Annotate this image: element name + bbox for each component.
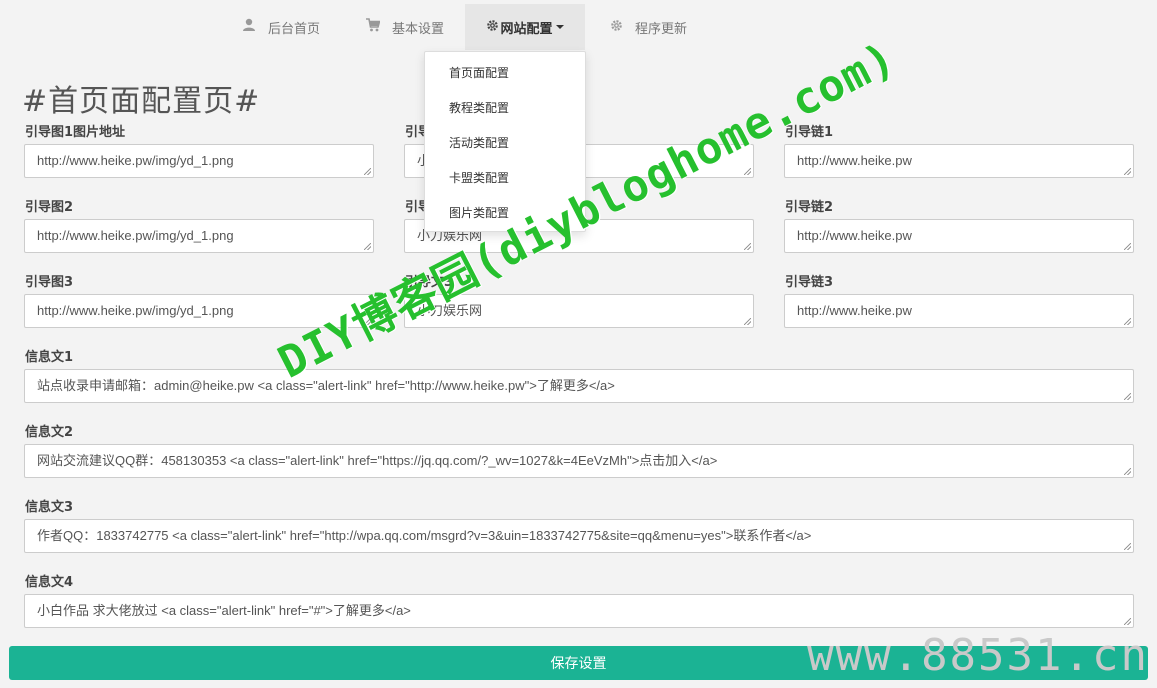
info3-field[interactable]: 作者QQ：1833742775 <a class="alert-link" hr… [24, 519, 1134, 553]
nav-basic-label: 基本设置 [392, 21, 445, 37]
img1-label: 引导图1图片地址 [25, 125, 126, 140]
top-navigation: 后台首页 基本设置 网站配置 程序更新 [0, 0, 1157, 52]
link1-field[interactable]: http://www.heike.pw [784, 144, 1134, 178]
menu-item-tutorial-config[interactable]: 教程类配置 [449, 99, 509, 116]
nav-home[interactable]: 后台首页 [242, 4, 320, 50]
link2-label: 引导链2 [785, 200, 834, 215]
info2-field[interactable]: 网站交流建议QQ群：458130353 <a class="alert-link… [24, 444, 1134, 478]
nav-site-config[interactable]: 网站配置 [465, 4, 585, 50]
page-title: #首页面配置页# [22, 84, 261, 119]
nav-basic-settings[interactable]: 基本设置 [366, 4, 444, 50]
img2-label: 引导图2 [25, 200, 74, 215]
cart-icon [366, 18, 381, 36]
menu-item-card-config[interactable]: 卡盟类配置 [449, 169, 509, 186]
menu-item-activity-config[interactable]: 活动类配置 [449, 134, 509, 151]
info3-label: 信息文3 [25, 500, 74, 515]
caret-down-icon [555, 25, 564, 29]
nav-update-label: 程序更新 [635, 21, 688, 37]
nav-program-update[interactable]: 程序更新 [610, 4, 687, 50]
link3-label: 引导链3 [785, 275, 834, 290]
info2-label: 信息文2 [25, 425, 74, 440]
gear-icon [610, 19, 623, 36]
link2-field[interactable]: http://www.heike.pw [784, 219, 1134, 253]
link3-field[interactable]: http://www.heike.pw [784, 294, 1134, 328]
gear-icon [486, 19, 499, 36]
info1-label: 信息文1 [25, 350, 74, 365]
img1-field[interactable]: http://www.heike.pw/img/yd_1.png [24, 144, 374, 178]
nav-home-label: 后台首页 [268, 21, 321, 37]
menu-item-home-config[interactable]: 首页面配置 [449, 64, 509, 81]
img2-field[interactable]: http://www.heike.pw/img/yd_1.png [24, 219, 374, 253]
user-icon [242, 18, 256, 36]
img3-label: 引导图3 [25, 275, 74, 290]
info4-label: 信息文4 [25, 575, 74, 590]
watermark-gray: www.88531.cn [807, 630, 1149, 681]
info4-field[interactable]: 小白作品 求大佬放过 <a class="alert-link" href="#… [24, 594, 1134, 628]
nav-site-label: 网站配置 [500, 21, 553, 37]
info1-field[interactable]: 站点收录申请邮箱：admin@heike.pw <a class="alert-… [24, 369, 1134, 403]
